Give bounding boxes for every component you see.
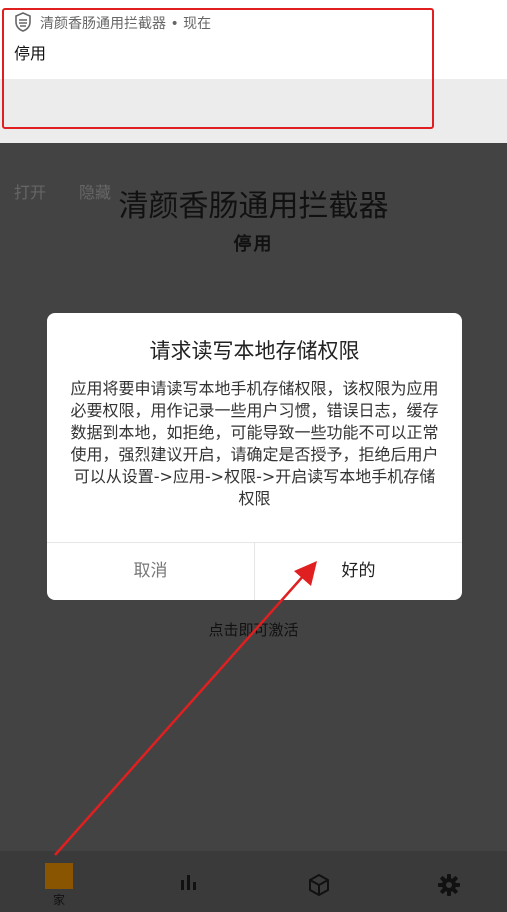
app-title: 清颜香肠通用拦截器 <box>118 189 389 224</box>
cube-icon[interactable] <box>307 873 331 897</box>
gear-icon[interactable] <box>437 873 461 897</box>
dialog-message: 应用将要申请读写本地手机存储权限，该权限为应用必要权限，用作记录一些用户习惯，错… <box>70 379 439 508</box>
notification-app-name: 清颜香肠通用拦截器 <box>40 16 166 32</box>
dialog-title: 请求读写本地存储权限 <box>149 339 360 363</box>
notification-time: 现在 <box>183 16 212 32</box>
notification-app-line: 清颜香肠通用拦截器 • 现在 <box>40 13 211 33</box>
notification-header[interactable]: 清颜香肠通用拦截器 • 现在 停用 <box>0 0 507 79</box>
nav-home-label: 家 <box>52 893 65 907</box>
activate-hint[interactable]: 点击即可激活 <box>0 619 507 640</box>
home-icon <box>45 863 73 889</box>
notification-card[interactable]: 清颜香肠通用拦截器 • 现在 停用 打开 隐藏 <box>0 0 507 202</box>
shield-icon <box>15 12 31 32</box>
notification-separator: • <box>170 16 179 32</box>
cancel-button[interactable]: 取消 <box>47 542 254 600</box>
ok-button[interactable]: 好的 <box>255 542 462 600</box>
notification-actions: 打开 隐藏 <box>0 79 507 202</box>
bottom-nav: 家 <box>0 851 507 912</box>
app-status: 停用 <box>233 234 274 255</box>
bar-chart-icon[interactable] <box>179 873 199 891</box>
notification-status: 停用 <box>14 44 47 63</box>
permission-dialog: 请求读写本地存储权限 应用将要申请读写本地手机存储权限，该权限为应用必要权限，用… <box>47 313 462 600</box>
